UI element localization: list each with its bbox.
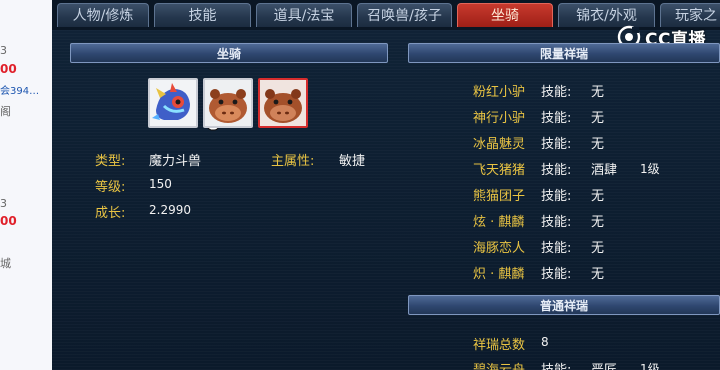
- left-strip-link[interactable]: 会394…: [0, 82, 39, 97]
- xiangrui-total-label: 祥瑞总数: [473, 338, 526, 353]
- dragon-mount-icon: [150, 80, 196, 126]
- list-item-skill-label: 技能:: [541, 359, 571, 370]
- tab-summons[interactable]: 召唤兽/孩子: [357, 3, 452, 27]
- mount-main-attr-value: 敏捷: [339, 154, 366, 169]
- list-item-level: 1级: [640, 362, 660, 370]
- tab-items[interactable]: 道具/法宝: [256, 3, 352, 27]
- list-item-skill: 酒肆: [591, 163, 618, 178]
- tab-mounts[interactable]: 坐骑: [457, 3, 553, 27]
- left-sidebar-strip: 3 00 会394… 阁 3 00 城: [0, 0, 53, 370]
- list-item-level: 1级: [640, 162, 660, 176]
- mount-growth-value: 2.2990: [149, 203, 191, 217]
- left-strip-text: 城: [0, 257, 11, 270]
- list-item-skill: 无: [591, 189, 605, 204]
- list-item-name: 熊猫团子: [473, 189, 526, 204]
- tab-outfits[interactable]: 锦衣/外观: [558, 3, 655, 27]
- tab-player[interactable]: 玩家之: [660, 3, 720, 27]
- tab-character[interactable]: 人物/修炼: [57, 3, 149, 27]
- mount-level-value: 150: [149, 177, 172, 191]
- mount-type-label: 类型:: [95, 154, 126, 169]
- game-panel: 人物/修炼 技能 道具/法宝 召唤兽/孩子 坐骑 锦衣/外观 玩家之 CC直播 …: [52, 0, 720, 370]
- xiangrui-total-value: 8: [541, 335, 549, 349]
- normal-xiangrui-header: 普通祥瑞: [408, 295, 720, 315]
- limited-xiangrui-header: 限量祥瑞: [408, 43, 720, 63]
- list-item-skill: 无: [591, 137, 605, 152]
- tab-skills[interactable]: 技能: [154, 3, 251, 27]
- hippo-mount-icon: [205, 80, 251, 126]
- list-item-skill: 严匠: [591, 359, 617, 370]
- list-item-name: 碧海云舟: [473, 359, 525, 370]
- list-item-skill-label: 技能:: [541, 241, 572, 256]
- list-item-skill-label: 技能:: [541, 163, 572, 178]
- mount-main-attr-label: 主属性:: [271, 154, 315, 169]
- list-item-skill-label: 技能:: [541, 267, 572, 282]
- list-item-name: 炽 · 麒麟: [473, 267, 525, 282]
- mount-level-label: 等级:: [95, 180, 126, 195]
- list-item-name: 海豚恋人: [473, 241, 526, 256]
- list-item-name: 冰晶魅灵: [473, 137, 526, 152]
- list-item-skill-label: 技能:: [541, 85, 572, 100]
- left-strip-text: 3: [0, 197, 7, 210]
- list-item-skill-label: 技能:: [541, 189, 572, 204]
- left-strip-text: 阁: [0, 105, 11, 118]
- left-strip-text: 3: [0, 44, 7, 57]
- mount-panel-header: 坐骑: [70, 43, 388, 63]
- list-item-skill-label: 技能:: [541, 215, 572, 230]
- mount-slot[interactable]: [203, 78, 253, 128]
- mount-slot-selected[interactable]: [258, 78, 308, 128]
- list-item-name: 神行小驴: [473, 111, 526, 126]
- left-strip-price: 00: [0, 62, 17, 76]
- mount-type-value: 魔力斗兽: [149, 154, 202, 169]
- list-item-name: 炫 · 麒麟: [473, 215, 525, 230]
- left-strip-price: 00: [0, 214, 17, 228]
- mount-growth-label: 成长:: [95, 206, 126, 221]
- hippo-mount-icon: [260, 80, 306, 126]
- list-item-skill: 无: [591, 85, 605, 100]
- list-item-skill: 无: [591, 267, 605, 282]
- list-item-skill: 无: [591, 241, 605, 256]
- list-item-skill-label: 技能:: [541, 111, 572, 126]
- list-item-skill: 无: [591, 111, 605, 126]
- mount-slot[interactable]: [148, 78, 198, 128]
- list-item-skill: 无: [591, 215, 605, 230]
- list-item-name: 飞天猪猪: [473, 163, 526, 178]
- list-item-name: 粉红小驴: [473, 85, 526, 100]
- list-item-skill-label: 技能:: [541, 137, 572, 152]
